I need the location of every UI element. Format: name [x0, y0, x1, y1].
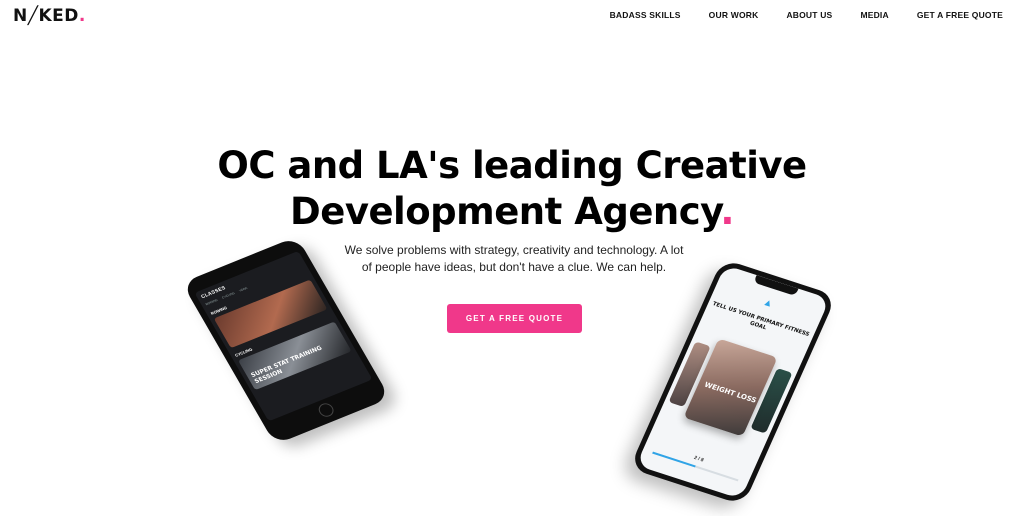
- phone-left-tab: ROWING: [204, 297, 219, 307]
- logo-dot: .: [78, 6, 86, 26]
- hero-title: OC and LA's leading Creative Development…: [0, 143, 1024, 235]
- nav-badass-skills[interactable]: BADASS SKILLS: [610, 10, 681, 20]
- main-nav: BADASS SKILLS OUR WORK ABOUT US MEDIA GE…: [582, 10, 1003, 20]
- phone-left-tab: CYCLING: [221, 291, 236, 300]
- phone-right-card-label: WEIGHT LOSS: [703, 380, 758, 405]
- app-logo-icon: ▲: [760, 296, 775, 311]
- hero-title-line-2-text: Development Agency: [290, 190, 721, 233]
- nav-media[interactable]: MEDIA: [860, 10, 888, 20]
- hero-title-line-1: OC and LA's leading Creative: [217, 144, 807, 187]
- hero-title-dot: .: [720, 190, 734, 233]
- phone-mockup-right: ▲ TELL US YOUR PRIMARY FITNESS GOAL WEIG…: [629, 258, 837, 506]
- phone-right-screen: ▲ TELL US YOUR PRIMARY FITNESS GOAL WEIG…: [636, 264, 830, 500]
- nav-get-a-free-quote[interactable]: GET A FREE QUOTE: [917, 10, 1003, 20]
- logo[interactable]: N╱KED.: [13, 6, 86, 26]
- phone-right-step: 2 / 8: [692, 454, 705, 464]
- nav-about-us[interactable]: ABOUT US: [786, 10, 832, 20]
- nav-our-work[interactable]: OUR WORK: [709, 10, 759, 20]
- phone-left-tab: YOGA: [238, 285, 249, 293]
- hero-title-line-2: Development Agency.: [0, 189, 1024, 235]
- get-free-quote-button[interactable]: GET A FREE QUOTE: [447, 304, 582, 333]
- phone-left-screen: CLASSES ROWING CYCLING YOGA ROWING CYCLI…: [194, 250, 373, 422]
- phone-home-button: [316, 401, 337, 419]
- logo-text: N╱KED: [13, 6, 79, 26]
- hero-subtitle: We solve problems with strategy, creativ…: [344, 243, 684, 274]
- phone-notch: [753, 275, 799, 297]
